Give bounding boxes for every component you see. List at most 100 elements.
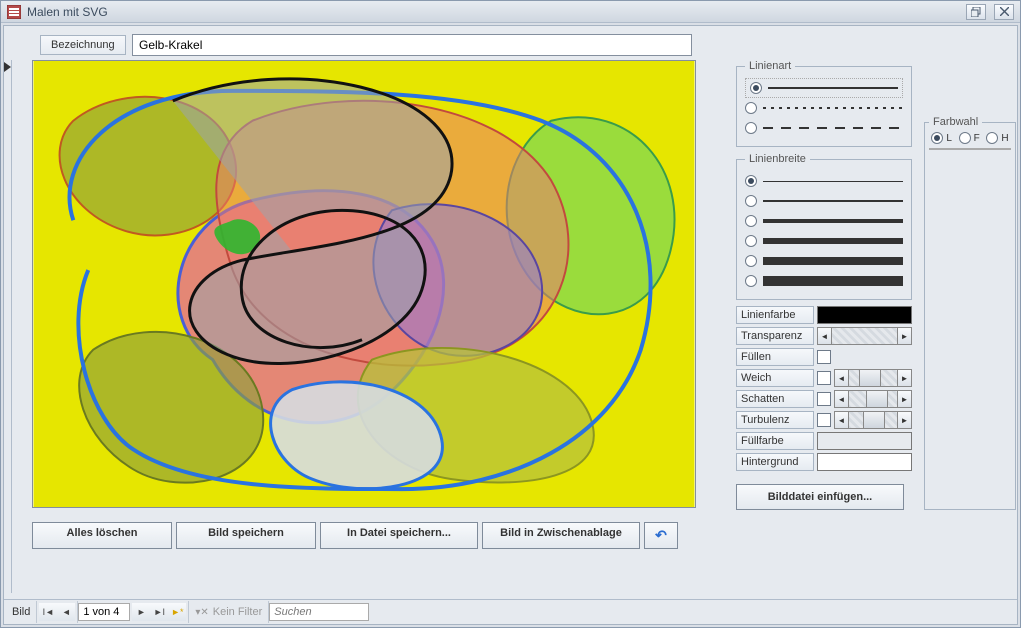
schatten-slider[interactable]: ◄► xyxy=(834,390,912,408)
titlebar: Malen mit SVG xyxy=(1,1,1020,23)
arrow-left-icon: ◄ xyxy=(818,328,832,344)
record-label: Bild xyxy=(6,601,37,623)
color-spectrum[interactable] xyxy=(929,148,1011,150)
undo-icon: ↶ xyxy=(655,527,667,544)
hintergrund-label: Hintergrund xyxy=(736,453,814,471)
nav-last-button[interactable]: ►I xyxy=(150,603,168,621)
clear-all-button[interactable]: Alles löschen xyxy=(32,522,172,549)
line-width-icon xyxy=(763,238,903,244)
radio-icon xyxy=(745,175,757,187)
transparenz-label: Transparenz xyxy=(736,327,814,345)
main-row: Alles löschen Bild speichern In Datei sp… xyxy=(4,60,1017,599)
nav-first-button[interactable]: I◄ xyxy=(39,603,57,621)
linienbreite-option-2[interactable] xyxy=(745,191,903,211)
weich-label: Weich xyxy=(736,369,814,387)
farbwahl-legend: Farbwahl xyxy=(929,116,982,128)
record-counter-input[interactable] xyxy=(78,603,130,621)
linienart-option-dotted[interactable] xyxy=(745,98,903,118)
svg-artwork xyxy=(33,61,695,507)
filter-indicator[interactable]: ▾✕ Kein Filter xyxy=(189,601,269,623)
linienbreite-option-3[interactable] xyxy=(745,211,903,231)
arrow-right-icon: ► xyxy=(897,328,911,344)
save-image-button[interactable]: Bild speichern xyxy=(176,522,316,549)
linienbreite-option-4[interactable] xyxy=(745,231,903,251)
clipboard-button[interactable]: Bild in Zwischenablage xyxy=(482,522,640,549)
radio-icon xyxy=(745,235,757,247)
drawing-canvas[interactable] xyxy=(32,60,696,508)
fuellen-label: Füllen xyxy=(736,348,814,366)
linienbreite-option-6[interactable] xyxy=(745,271,903,291)
button-row: Alles löschen Bild speichern In Datei sp… xyxy=(32,514,724,549)
undo-button[interactable]: ↶ xyxy=(644,522,678,549)
nav-new-button[interactable]: ►* xyxy=(168,603,186,621)
arrow-left-icon: ◄ xyxy=(835,370,849,386)
radio-icon xyxy=(986,132,998,144)
insert-image-file-button[interactable]: Bilddatei einfügen... xyxy=(736,484,904,510)
linienart-box: Linienart xyxy=(736,60,912,147)
properties-group: Linienfarbe Transparenz ◄► Füllen Weich … xyxy=(736,306,912,474)
arrow-right-icon: ► xyxy=(897,370,911,386)
line-dashed-icon xyxy=(763,127,903,129)
radio-icon xyxy=(745,195,757,207)
line-width-icon xyxy=(763,257,903,265)
linienbreite-option-5[interactable] xyxy=(745,251,903,271)
form-body: Bezeichnung xyxy=(3,25,1018,625)
record-selector[interactable] xyxy=(4,60,12,593)
line-width-icon xyxy=(763,200,903,202)
fuellen-checkbox[interactable] xyxy=(817,350,831,364)
fuellfarbe-swatch[interactable] xyxy=(817,432,912,450)
linienart-option-solid[interactable] xyxy=(745,78,903,98)
linienbreite-option-1[interactable] xyxy=(745,171,903,191)
line-solid-icon xyxy=(768,87,898,89)
schatten-checkbox[interactable] xyxy=(817,392,831,406)
bezeichnung-input[interactable] xyxy=(132,34,692,56)
turbulenz-label: Turbulenz xyxy=(736,411,814,429)
arrow-right-icon: ► xyxy=(897,391,911,407)
linienfarbe-swatch[interactable] xyxy=(817,306,912,324)
radio-icon xyxy=(750,82,762,94)
record-navigator: Bild I◄ ◄ ► ►I ►* ▾✕ Kein Filter xyxy=(4,599,1017,624)
app-window: Malen mit SVG Bezeichnung xyxy=(0,0,1021,628)
linienart-option-dashed[interactable] xyxy=(745,118,903,138)
transparenz-slider[interactable]: ◄► xyxy=(817,327,912,345)
nav-next-button[interactable]: ► xyxy=(132,603,150,621)
window-title: Malen mit SVG xyxy=(27,5,958,19)
restore-button[interactable] xyxy=(966,4,986,20)
fuellfarbe-label: Füllfarbe xyxy=(736,432,814,450)
turbulenz-slider[interactable]: ◄► xyxy=(834,411,912,429)
schatten-label: Schatten xyxy=(736,390,814,408)
close-button[interactable] xyxy=(994,4,1014,20)
side-column: Linienart Linienbreite Linienfarbe xyxy=(736,60,912,593)
canvas-column: Alles löschen Bild speichern In Datei sp… xyxy=(24,60,724,593)
radio-icon xyxy=(959,132,971,144)
filter-icon: ▾✕ xyxy=(195,607,208,618)
farbwahl-column: Farbwahl L F H xyxy=(924,60,1016,593)
line-width-icon xyxy=(763,276,903,286)
linienfarbe-label: Linienfarbe xyxy=(736,306,814,324)
weich-checkbox[interactable] xyxy=(817,371,831,385)
save-to-file-button[interactable]: In Datei speichern... xyxy=(320,522,478,549)
line-width-icon xyxy=(763,219,903,223)
linienbreite-box: Linienbreite xyxy=(736,153,912,300)
radio-icon xyxy=(745,255,757,267)
line-width-icon xyxy=(763,181,903,182)
farbwahl-mode-H[interactable]: H xyxy=(986,132,1008,144)
linienbreite-legend: Linienbreite xyxy=(745,153,810,165)
radio-icon xyxy=(745,275,757,287)
arrow-right-icon: ► xyxy=(897,412,911,428)
farbwahl-mode-L[interactable]: L xyxy=(931,132,952,144)
record-selector-arrow-icon xyxy=(4,62,11,72)
farbwahl-box: Farbwahl L F H xyxy=(924,116,1016,510)
search-input[interactable] xyxy=(269,603,369,621)
turbulenz-checkbox[interactable] xyxy=(817,413,831,427)
hintergrund-swatch[interactable] xyxy=(817,453,912,471)
farbwahl-mode-F[interactable]: F xyxy=(959,132,980,144)
weich-slider[interactable]: ◄► xyxy=(834,369,912,387)
header-row: Bezeichnung xyxy=(4,26,1017,60)
arrow-left-icon: ◄ xyxy=(835,391,849,407)
bezeichnung-label: Bezeichnung xyxy=(40,35,126,55)
nav-prev-button[interactable]: ◄ xyxy=(57,603,75,621)
radio-icon xyxy=(745,122,757,134)
radio-icon xyxy=(745,215,757,227)
line-dotted-icon xyxy=(763,107,903,109)
